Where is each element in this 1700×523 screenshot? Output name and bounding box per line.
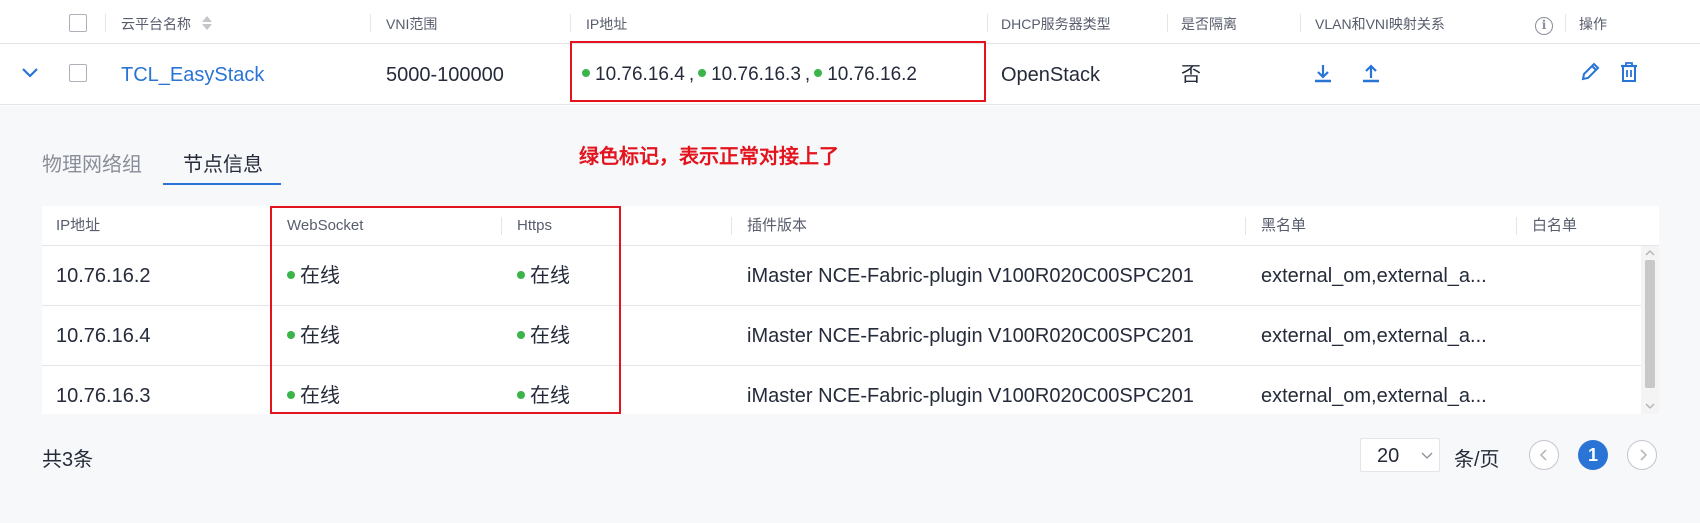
chevron-down-icon[interactable]	[21, 67, 39, 79]
column-divider	[731, 217, 732, 235]
status-highlight-box	[270, 206, 621, 414]
blacklist-value: external_om,external_a...	[1261, 265, 1487, 287]
chevron-down-icon	[1421, 452, 1433, 459]
active-tab-indicator	[163, 183, 281, 185]
prev-page-button[interactable]	[1529, 440, 1559, 470]
plugin-version: iMaster NCE-Fabric-plugin V100R020C00SPC…	[747, 385, 1194, 407]
column-header-isolated: 是否隔离	[1181, 16, 1237, 32]
column-header-plugin-version: 插件版本	[747, 217, 808, 234]
column-divider	[1245, 217, 1246, 235]
column-divider	[987, 14, 988, 32]
column-header-label: 云平台名称	[121, 16, 191, 32]
node-ip: 10.76.16.4	[56, 325, 151, 347]
scroll-down-icon[interactable]	[1644, 401, 1656, 411]
current-page-button[interactable]: 1	[1578, 440, 1608, 470]
dhcp-type-value: OpenStack	[1001, 64, 1100, 86]
chevron-left-icon	[1539, 449, 1547, 461]
chevron-right-icon	[1640, 449, 1648, 461]
column-divider	[1167, 14, 1168, 32]
tab-node-info[interactable]: 节点信息	[183, 150, 263, 180]
column-header-dhcp-type: DHCP服务器类型	[1001, 16, 1111, 32]
node-ip: 10.76.16.2	[56, 265, 151, 287]
download-icon[interactable]	[1312, 63, 1334, 85]
select-all-checkbox[interactable]	[69, 14, 87, 32]
scrollbar-thumb[interactable]	[1645, 260, 1655, 388]
column-divider	[1516, 217, 1517, 235]
edit-icon[interactable]	[1579, 61, 1601, 83]
total-count: 共3条	[42, 449, 94, 471]
page-size-select[interactable]: 20	[1360, 438, 1440, 472]
annotation-text: 绿色标记，表示正常对接上了	[579, 146, 839, 168]
column-divider	[370, 14, 371, 32]
row-checkbox[interactable]	[69, 64, 87, 82]
column-divider	[1300, 14, 1301, 32]
upload-icon[interactable]	[1360, 63, 1382, 85]
column-header-ip: IP地址	[56, 217, 101, 234]
ip-highlight-box	[570, 41, 986, 102]
column-divider	[1565, 14, 1566, 32]
vertical-scrollbar[interactable]	[1641, 246, 1659, 414]
per-page-label: 条/页	[1454, 449, 1500, 471]
plugin-version: iMaster NCE-Fabric-plugin V100R020C00SPC…	[747, 265, 1194, 287]
column-divider	[105, 14, 106, 32]
isolated-value: 否	[1181, 64, 1201, 86]
column-header-vlan-vni-map: VLAN和VNI映射关系	[1315, 16, 1445, 32]
info-icon[interactable]: i	[1535, 17, 1553, 35]
column-divider	[570, 14, 571, 32]
next-page-button[interactable]	[1627, 440, 1657, 470]
plugin-version: iMaster NCE-Fabric-plugin V100R020C00SPC…	[747, 325, 1194, 347]
vni-range-value: 5000-100000	[386, 64, 504, 86]
page-size-value: 20	[1377, 445, 1400, 467]
scroll-up-icon[interactable]	[1644, 248, 1656, 258]
cloud-name-link[interactable]: TCL_EasyStack	[121, 45, 264, 105]
tab-physical-network-group[interactable]: 物理网络组	[42, 150, 142, 180]
blacklist-value: external_om,external_a...	[1261, 385, 1487, 407]
column-header-cloud-name[interactable]: 云平台名称	[121, 0, 213, 44]
column-header-blacklist: 黑名单	[1261, 217, 1307, 234]
delete-icon[interactable]	[1618, 61, 1640, 83]
column-header-vni-range: VNI范围	[386, 16, 438, 32]
sort-icon[interactable]	[201, 15, 213, 31]
node-ip: 10.76.16.3	[56, 385, 151, 407]
column-header-whitelist: 白名单	[1532, 217, 1578, 234]
blacklist-value: external_om,external_a...	[1261, 325, 1487, 347]
table-header: 云平台名称 VNI范围 IP地址 DHCP服务器类型 是否隔离 VLAN和VNI…	[0, 0, 1700, 44]
column-header-ip-address: IP地址	[586, 16, 628, 32]
column-header-actions: 操作	[1579, 16, 1607, 32]
